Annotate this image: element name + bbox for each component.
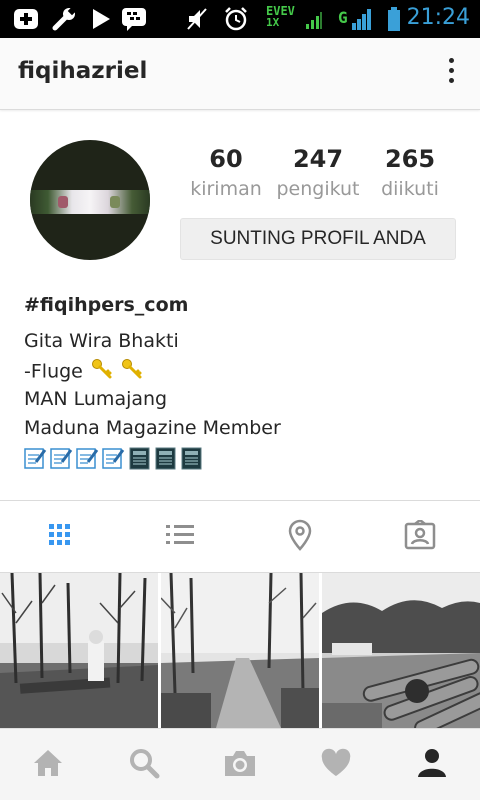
alarm-icon (222, 6, 250, 32)
memo-icon (50, 446, 73, 470)
edit-profile-button[interactable]: SUNTING PROFIL ANDA (180, 218, 456, 260)
search-icon (128, 747, 160, 783)
stat-followers[interactable]: 247 pengikut (272, 144, 364, 204)
memo-icon (24, 446, 47, 470)
profile-icon (416, 747, 448, 783)
list-view-icon (165, 522, 195, 552)
stat-posts-label: kiriman (190, 178, 262, 200)
memo-icon (102, 446, 125, 470)
mute-icon (184, 6, 210, 32)
tab-grid-view[interactable] (0, 501, 120, 573)
signal-icon (304, 6, 324, 32)
bio-line: MAN Lumajang (24, 388, 168, 410)
bbm-icon (120, 6, 148, 32)
add-icon (12, 6, 40, 32)
stat-following-label: diikuti (381, 178, 439, 200)
photo-thumbnail[interactable] (161, 573, 319, 728)
newspaper-icon (154, 446, 177, 470)
bio-line: Maduna Magazine Member (24, 417, 281, 439)
key-icon (121, 358, 143, 386)
bottom-navigation (0, 728, 480, 800)
nav-camera[interactable] (192, 729, 288, 800)
newspaper-icon (180, 446, 203, 470)
battery-icon (386, 6, 402, 32)
signal-bars-icon (350, 6, 374, 32)
tagged-photos-icon (404, 518, 436, 554)
network-type-bottom: 1X (266, 16, 280, 29)
stat-followers-label: pengikut (276, 178, 360, 200)
stat-following[interactable]: 265 diikuti (364, 144, 456, 204)
camera-icon (223, 748, 257, 782)
more-vertical-icon[interactable] (446, 58, 456, 90)
key-icon (91, 358, 113, 386)
wrench-icon (50, 6, 78, 32)
nav-home[interactable] (0, 729, 96, 800)
username-title: fiqihazriel (18, 58, 148, 84)
photo-thumbnail[interactable] (0, 573, 158, 728)
tab-list-view[interactable] (120, 501, 240, 573)
instagram-profile-screen: EVEV 1X G 21:24 fiqihazriel 60 kiriman 2… (0, 0, 480, 800)
status-bar: EVEV 1X G 21:24 (0, 0, 480, 38)
stat-following-value: 265 (384, 145, 436, 173)
newspaper-icon (128, 446, 151, 470)
stat-followers-value: 247 (292, 145, 344, 173)
grid-view-icon (47, 522, 73, 552)
stat-posts-value: 60 (209, 145, 243, 173)
nav-search[interactable] (96, 729, 192, 800)
photo-thumbnail[interactable] (322, 573, 480, 728)
bio-emoji-row (24, 446, 203, 470)
bio-line-fluge: -Fluge (24, 358, 143, 386)
home-icon (32, 748, 64, 782)
status-time: 21:24 (406, 5, 470, 30)
heart-icon (320, 748, 352, 782)
profile-view-tabs (0, 500, 480, 573)
avatar-image (30, 190, 150, 214)
bio-name: #fiqihpers_com (24, 294, 189, 316)
photo-grid (0, 573, 480, 728)
signal-type-label: G (338, 8, 348, 27)
tab-tagged[interactable] (360, 501, 480, 573)
network-indicator: EVEV 1X (266, 5, 295, 29)
profile-header: fiqihazriel (0, 38, 480, 110)
bio-line: Gita Wira Bhakti (24, 330, 179, 352)
nav-activity[interactable] (288, 729, 384, 800)
stat-posts[interactable]: 60 kiriman (180, 144, 272, 204)
tab-places[interactable] (240, 501, 360, 573)
memo-icon (76, 446, 99, 470)
play-store-icon (88, 6, 114, 32)
location-pin-icon (287, 519, 313, 555)
bio-line-text: -Fluge (24, 360, 83, 383)
profile-avatar[interactable] (30, 140, 150, 260)
nav-profile[interactable] (384, 729, 480, 800)
